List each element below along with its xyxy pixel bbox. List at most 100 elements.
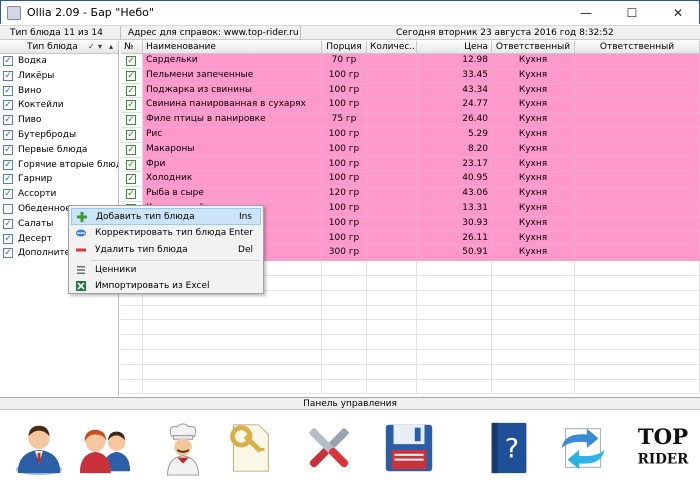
row-checkbox-cell: ✓ xyxy=(121,157,143,173)
table-row[interactable]: ✓ Филе птицы в панировке 75 гр 26.40 Кухня xyxy=(121,113,700,128)
category-checkbox[interactable]: ✓ xyxy=(3,248,13,259)
table-row[interactable]: ✓ Сардельки 70 гр 12.98 Кухня xyxy=(121,54,700,69)
category-item[interactable]: ✓ Коктейли xyxy=(0,98,118,113)
empty-cell xyxy=(143,379,322,395)
cell-resp: Кухня xyxy=(492,157,575,173)
cell-resp: Кухня xyxy=(492,113,575,128)
key-button[interactable] xyxy=(218,415,280,481)
category-checkbox[interactable] xyxy=(3,203,13,214)
category-checkbox[interactable]: ✓ xyxy=(3,218,13,229)
row-checkbox[interactable]: ✓ xyxy=(126,144,136,155)
filter-icon[interactable]: ▾ xyxy=(98,42,102,51)
cell-responsible-2 xyxy=(575,231,700,247)
category-label: Десерт xyxy=(18,233,53,244)
row-checkbox[interactable]: ✓ xyxy=(126,129,136,140)
category-item[interactable]: ✓ Гарнир xyxy=(0,172,118,187)
menu-price-tags[interactable]: Ценники xyxy=(71,262,261,279)
sort-up-icon[interactable]: ▴ xyxy=(109,42,113,51)
col-responsible[interactable]: Ответственный xyxy=(492,41,575,53)
category-checkbox[interactable]: ✓ xyxy=(3,115,13,126)
category-checkbox[interactable]: ✓ xyxy=(3,189,13,200)
help-button[interactable]: ? xyxy=(478,415,540,481)
table-row[interactable]: ✓ Холодник 100 гр 40.95 Кухня xyxy=(121,172,700,188)
category-item[interactable]: ✓ Водка xyxy=(0,54,118,69)
empty-cell xyxy=(143,305,322,321)
empty-cell xyxy=(322,335,367,350)
sync-button[interactable] xyxy=(552,415,614,481)
category-checkbox[interactable]: ✓ xyxy=(3,85,13,96)
category-checkbox[interactable]: ✓ xyxy=(3,129,13,140)
row-checkbox[interactable]: ✓ xyxy=(126,174,136,185)
category-checkbox[interactable]: ✓ xyxy=(3,144,13,155)
table-row[interactable]: ✓ Фри 100 гр 23.17 Кухня xyxy=(121,157,700,173)
cell-portion: 120 гр xyxy=(322,187,367,202)
cell-resp: Кухня xyxy=(492,142,575,158)
row-checkbox-cell: ✓ xyxy=(121,83,143,99)
users-button[interactable] xyxy=(74,415,136,481)
chef-icon xyxy=(167,423,199,476)
category-checkbox[interactable]: ✓ xyxy=(3,56,13,66)
user-button[interactable] xyxy=(8,415,70,481)
row-checkbox[interactable]: ✓ xyxy=(126,115,136,126)
col-portion[interactable]: Порция xyxy=(322,41,367,53)
minimize-button[interactable]: — xyxy=(563,1,609,25)
cell-price: 23.17 xyxy=(417,157,492,173)
category-checkbox[interactable]: ✓ xyxy=(3,70,13,81)
settings-button[interactable] xyxy=(298,415,360,481)
key-icon xyxy=(230,424,269,472)
staff-button[interactable] xyxy=(152,415,214,481)
col-quantity[interactable]: Количес... xyxy=(367,41,417,53)
col-price[interactable]: Цена xyxy=(417,41,492,53)
check-all-icon[interactable]: ✓ xyxy=(88,42,95,51)
category-item[interactable]: ✓ Ликёры xyxy=(0,69,118,84)
category-checkbox[interactable]: ✓ xyxy=(3,233,13,244)
category-checkbox[interactable]: ✓ xyxy=(3,159,13,170)
app-icon xyxy=(7,6,21,20)
table-row[interactable]: ✓ Рыба в сыре 120 гр 43.06 Кухня xyxy=(121,187,700,202)
cell-resp: Кухня xyxy=(492,127,575,143)
table-row[interactable]: ✓ Макароны 100 гр 8.20 Кухня xyxy=(121,142,700,158)
empty-cell xyxy=(367,261,417,276)
row-checkbox[interactable]: ✓ xyxy=(126,159,136,170)
category-header-label: Тип блюда xyxy=(27,42,78,52)
category-item[interactable]: ✓ Бутерброды xyxy=(0,128,118,143)
category-item[interactable]: ✓ Первые блюда xyxy=(0,143,118,158)
table-row[interactable]: ✓ Пельмени запеченные 100 гр 33.45 Кухня xyxy=(121,68,700,84)
col-number[interactable]: № xyxy=(121,41,143,53)
row-checkbox[interactable]: ✓ xyxy=(126,85,136,96)
cell-responsible-2 xyxy=(575,157,700,173)
table-row[interactable]: ✓ Поджарка из свинины 100 гр 43.34 Кухня xyxy=(121,83,700,99)
menu-delete-category[interactable]: Удалить тип блюда Del xyxy=(71,242,261,259)
category-item[interactable]: ✓ Вино xyxy=(0,84,118,99)
category-item[interactable]: ✓ Пиво xyxy=(0,113,118,128)
cell-price: 5.29 xyxy=(417,127,492,143)
row-checkbox[interactable]: ✓ xyxy=(126,70,136,81)
top-rider-logo[interactable]: TOP RIDER xyxy=(632,415,694,481)
table-row[interactable]: ✓ Свинина панированная в сухарях 100 гр 24.… xyxy=(121,98,700,114)
menu-add-category[interactable]: Добавить тип блюда Ins xyxy=(71,208,261,225)
row-checkbox[interactable]: ✓ xyxy=(126,56,136,66)
maximize-button[interactable]: ☐ xyxy=(609,1,655,25)
row-checkbox-cell: ✓ xyxy=(121,142,143,158)
empty-cell xyxy=(143,349,322,365)
table-row[interactable]: ✓ Рис 100 гр 5.29 Кухня xyxy=(121,127,700,143)
save-disk-icon xyxy=(385,424,433,472)
menu-import-excel[interactable]: Импортировать из Excel xyxy=(71,278,261,295)
col-responsible-2[interactable]: Ответственный xyxy=(575,41,700,53)
category-item[interactable]: ✓ Ассорти xyxy=(0,187,118,202)
category-checkbox[interactable]: ✓ xyxy=(3,100,13,111)
row-checkbox[interactable]: ✓ xyxy=(126,100,136,111)
row-checkbox-cell: ✓ xyxy=(121,98,143,114)
col-name[interactable]: Наименование xyxy=(143,41,322,53)
category-checkbox[interactable]: ✓ xyxy=(3,174,13,185)
cell-portion: 100 гр xyxy=(322,142,367,158)
menu-edit-category[interactable]: Корректировать тип блюда Enter xyxy=(71,225,261,242)
category-item[interactable]: ✓ Горячие вторые блюда xyxy=(0,158,118,173)
close-button[interactable]: ✕ xyxy=(655,1,700,25)
row-checkbox-cell: ✓ xyxy=(121,127,143,143)
category-label: Бутерброды xyxy=(18,129,77,140)
save-button[interactable] xyxy=(378,415,440,481)
cell-responsible-2 xyxy=(575,216,700,232)
cell-price: 50.91 xyxy=(417,246,492,262)
row-checkbox[interactable]: ✓ xyxy=(126,189,136,200)
